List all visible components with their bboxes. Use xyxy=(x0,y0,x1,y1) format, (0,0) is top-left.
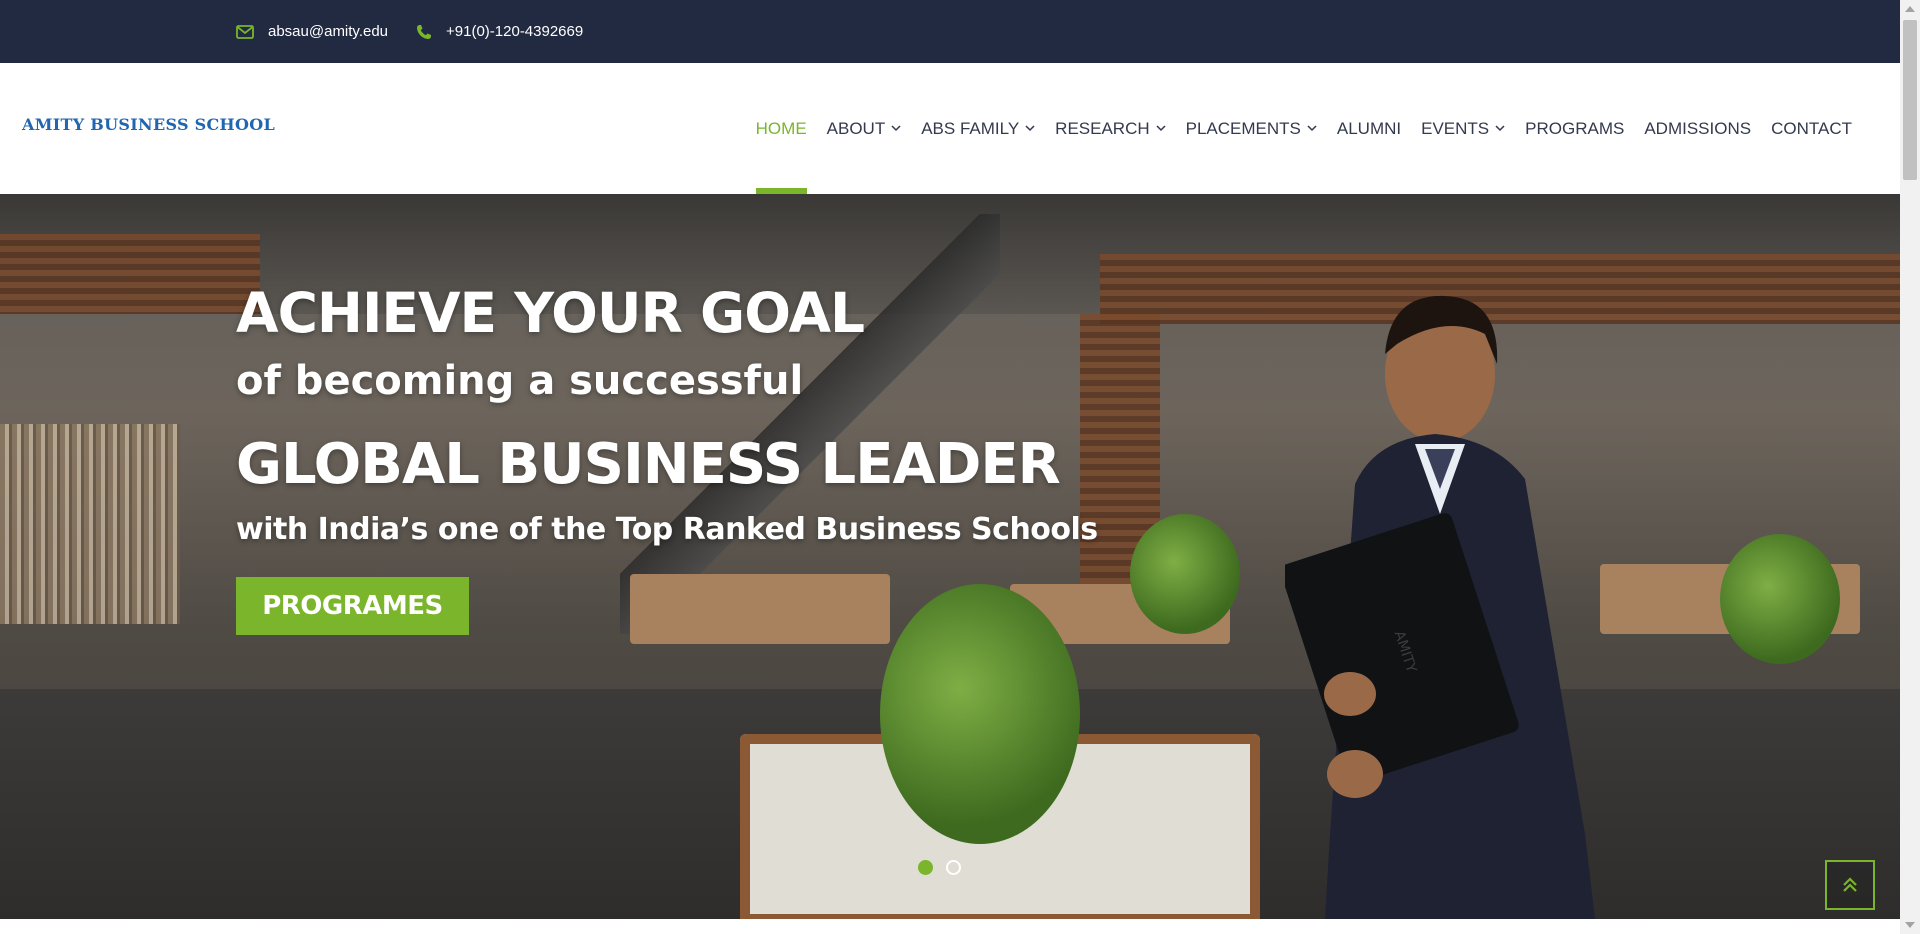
top-contact-bar: absau@amity.edu +91(0)-120-4392669 xyxy=(0,0,1900,63)
nav-programs[interactable]: PROGRAMS xyxy=(1525,63,1624,194)
phone-icon xyxy=(417,24,432,39)
hero-tagline: with India’s one of the Top Ranked Busin… xyxy=(236,512,1098,547)
hero-slider: AMITY ACHIEVE YOUR GOAL of becoming a su… xyxy=(0,194,1900,919)
chevron-down-icon xyxy=(1495,125,1505,132)
chevron-down-icon xyxy=(1307,125,1317,132)
nav-admissions-label: ADMISSIONS xyxy=(1644,118,1752,138)
site-header: AMITY BUSINESS SCHOOL HOME ABOUT ABS FAM… xyxy=(0,63,1900,194)
hero-bg-bookshelf xyxy=(0,424,180,624)
nav-placements[interactable]: PLACEMENTS xyxy=(1186,63,1317,194)
main-nav: HOME ABOUT ABS FAMILY RESEARCH PLACEMENT… xyxy=(736,63,1852,194)
page-scrollbar[interactable] xyxy=(1900,0,1920,934)
hero-bg-plant xyxy=(1130,514,1240,634)
hero-headline-block: ACHIEVE YOUR GOAL of becoming a successf… xyxy=(236,286,1098,635)
hero-bg-wood-panel xyxy=(0,234,260,314)
envelope-icon xyxy=(236,24,254,39)
nav-placements-label: PLACEMENTS xyxy=(1185,118,1301,138)
scrollbar-thumb[interactable] xyxy=(1903,20,1917,180)
chevron-down-icon xyxy=(1156,125,1166,132)
slider-dot-2[interactable] xyxy=(946,860,961,875)
scroll-up-arrow[interactable] xyxy=(1905,6,1915,12)
programes-button[interactable]: PROGRAMES xyxy=(236,577,469,635)
hero-subtitle: of becoming a successful xyxy=(236,358,804,404)
slider-dot-1[interactable] xyxy=(918,860,933,875)
email-contact[interactable]: absau@amity.edu xyxy=(236,23,388,40)
email-text: absau@amity.edu xyxy=(268,23,389,40)
nav-admissions[interactable]: ADMISSIONS xyxy=(1644,63,1751,194)
chevron-down-icon xyxy=(891,125,901,132)
nav-abs-family[interactable]: ABS FAMILY xyxy=(921,63,1035,194)
nav-programs-label: PROGRAMS xyxy=(1525,118,1625,138)
nav-abs-family-label: ABS FAMILY xyxy=(921,118,1020,138)
contact-info: absau@amity.edu +91(0)-120-4392669 xyxy=(236,23,611,40)
phone-text: +91(0)-120-4392669 xyxy=(446,23,584,40)
nav-contact[interactable]: CONTACT xyxy=(1771,63,1852,194)
double-chevron-up-icon xyxy=(1843,877,1857,892)
slider-dots xyxy=(918,860,974,875)
site-logo[interactable]: AMITY BUSINESS SCHOOL xyxy=(22,115,275,134)
nav-alumni[interactable]: ALUMNI xyxy=(1337,63,1401,194)
nav-research-label: RESEARCH xyxy=(1055,118,1150,138)
nav-events[interactable]: EVENTS xyxy=(1421,63,1505,194)
hero-title-secondary: GLOBAL BUSINESS LEADER xyxy=(236,432,1061,497)
hero-title: ACHIEVE YOUR GOAL xyxy=(236,281,865,345)
hero-bg-plant xyxy=(1720,534,1840,664)
nav-about[interactable]: ABOUT xyxy=(827,63,902,194)
scroll-to-top-button[interactable] xyxy=(1825,860,1875,910)
nav-about-label: ABOUT xyxy=(826,118,886,138)
chevron-down-icon xyxy=(1025,125,1035,132)
nav-alumni-label: ALUMNI xyxy=(1336,118,1402,138)
nav-home[interactable]: HOME xyxy=(755,63,807,194)
scroll-down-arrow[interactable] xyxy=(1905,922,1915,928)
nav-contact-label: CONTACT xyxy=(1771,118,1852,138)
nav-research[interactable]: RESEARCH xyxy=(1055,63,1166,194)
hero-person-image: AMITY xyxy=(1285,295,1595,919)
nav-events-label: EVENTS xyxy=(1421,118,1490,138)
nav-home-label: HOME xyxy=(755,118,807,138)
phone-contact[interactable]: +91(0)-120-4392669 xyxy=(416,23,583,40)
